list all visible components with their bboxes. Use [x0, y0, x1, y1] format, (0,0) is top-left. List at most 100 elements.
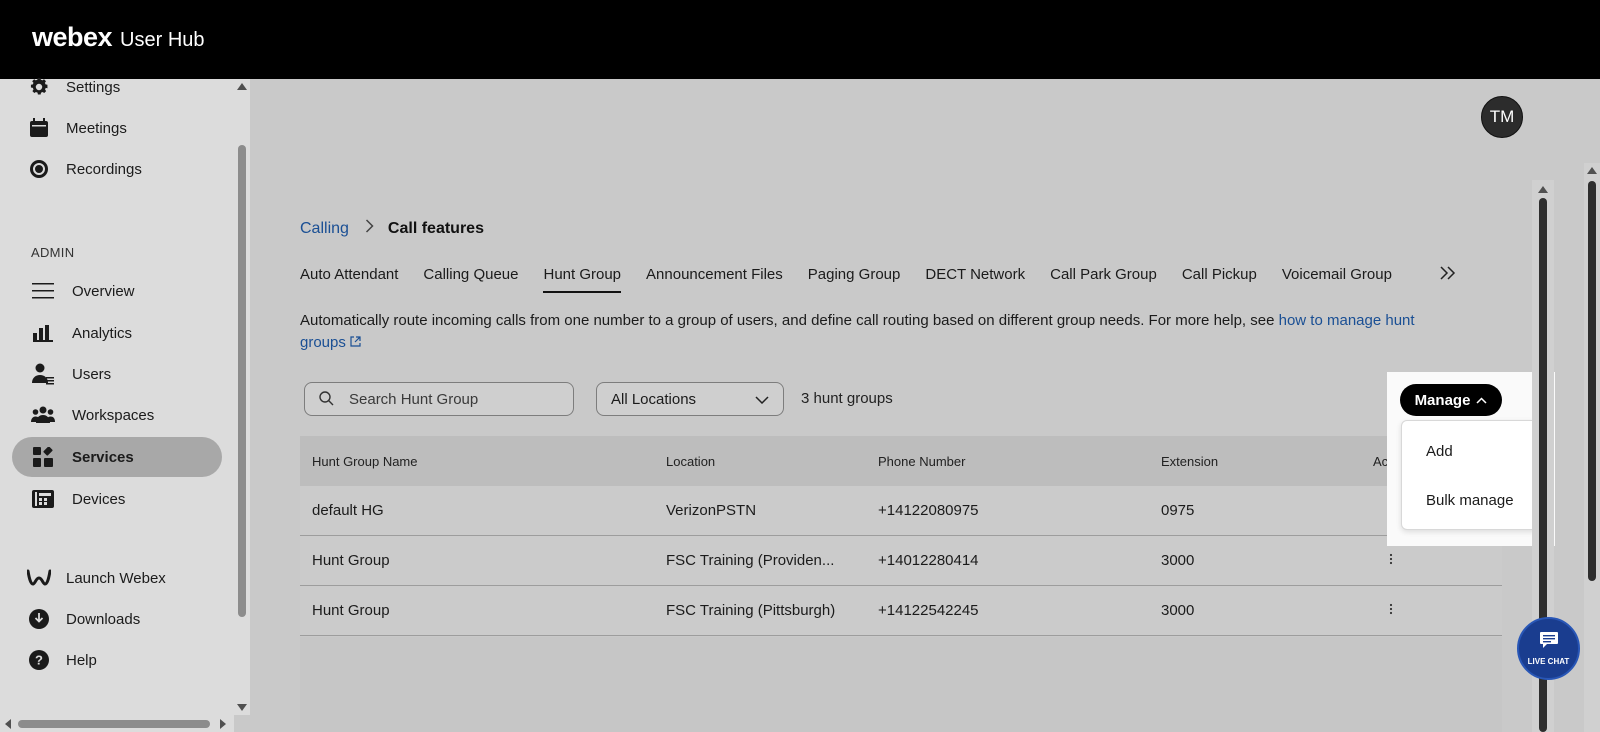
hunt-group-count: 3 hunt groups — [801, 390, 893, 407]
cell-name: Hunt Group — [312, 552, 390, 569]
sidebar-item-services[interactable]: Services — [12, 437, 222, 477]
tab-announcement-files[interactable]: Announcement Files — [646, 266, 783, 293]
manage-menu-container: Manage Add Bulk manage — [1387, 372, 1555, 546]
cell-location: FSC Training (Pittsburgh) — [666, 602, 836, 619]
scrollbar-thumb[interactable] — [1588, 181, 1596, 581]
sidebar-item-label: Workspaces — [72, 406, 155, 424]
tabs-more-icon[interactable] — [1440, 264, 1456, 285]
sidebar-item-label: Users — [72, 365, 112, 383]
live-chat-label: LIVE CHAT — [1527, 657, 1570, 666]
page-description: Automatically route incoming calls from … — [300, 310, 1460, 354]
workspaces-icon — [30, 402, 56, 428]
menu-item-bulk-manage[interactable]: Bulk manage — [1426, 492, 1514, 509]
sidebar-item-label: Services — [72, 448, 134, 466]
column-header-name[interactable]: Hunt Group Name — [312, 454, 418, 469]
sidebar-item-meetings[interactable]: Meetings — [12, 108, 222, 148]
cell-name: default HG — [312, 502, 384, 519]
help-icon: ? — [26, 647, 52, 673]
svg-text:?: ? — [35, 653, 43, 668]
column-header-location[interactable]: Location — [666, 454, 715, 469]
webex-logo: webex — [32, 22, 113, 52]
avatar[interactable]: TM — [1481, 96, 1523, 138]
tab-calling-queue[interactable]: Calling Queue — [423, 266, 518, 293]
sidebar-item-users[interactable]: Users — [12, 354, 222, 394]
gear-icon — [26, 74, 52, 100]
search-box[interactable] — [304, 382, 574, 416]
scroll-up-arrow-icon[interactable] — [237, 83, 247, 90]
tab-hunt-group[interactable]: Hunt Group — [543, 266, 622, 293]
sidebar-item-label: Help — [66, 651, 97, 669]
tab-paging-group[interactable]: Paging Group — [808, 266, 901, 293]
column-header-phone[interactable]: Phone Number — [878, 454, 965, 469]
record-icon — [26, 156, 52, 182]
cell-extension: 3000 — [1161, 552, 1195, 569]
manage-dropdown: Add Bulk manage — [1401, 420, 1539, 530]
sidebar-item-overview[interactable]: Overview — [12, 271, 222, 311]
table-row[interactable]: default HG VerizonPSTN +14122080975 0975 — [300, 486, 1502, 536]
sidebar-item-help[interactable]: ? Help — [12, 640, 222, 680]
search-input[interactable] — [349, 390, 549, 408]
table-header: Hunt Group Name Location Phone Number Ex… — [300, 436, 1502, 486]
cell-phone: +14122080975 — [878, 502, 979, 519]
tab-auto-attendant[interactable]: Auto Attendant — [300, 266, 398, 293]
table-empty-area — [300, 637, 1502, 732]
breadcrumb-calling-link[interactable]: Calling — [300, 220, 349, 238]
manage-button[interactable]: Manage — [1400, 384, 1502, 416]
scroll-left-arrow-icon[interactable] — [5, 719, 11, 729]
chevron-down-icon — [755, 391, 769, 408]
sidebar-item-label: Recordings — [66, 160, 142, 178]
table-row[interactable]: Hunt Group FSC Training (Pittsburgh) +14… — [300, 586, 1502, 636]
live-chat-button[interactable]: LIVE CHAT — [1517, 617, 1580, 680]
chevron-right-icon — [365, 219, 374, 238]
sidebar-item-settings[interactable]: Settings — [12, 67, 222, 107]
cell-phone: +14012280414 — [878, 552, 979, 569]
scroll-down-arrow-icon[interactable] — [237, 704, 247, 711]
scrollbar-thumb[interactable] — [18, 720, 210, 728]
menu-item-add[interactable]: Add — [1426, 443, 1453, 460]
scroll-up-arrow-icon[interactable] — [1587, 167, 1597, 174]
manage-button-label: Manage — [1414, 391, 1471, 409]
calendar-icon — [26, 115, 52, 141]
tab-call-park-group[interactable]: Call Park Group — [1050, 266, 1157, 293]
tab-call-pickup[interactable]: Call Pickup — [1182, 266, 1257, 293]
sidebar-item-label: Overview — [72, 282, 135, 300]
table-row[interactable]: Hunt Group FSC Training (Providen... +14… — [300, 536, 1502, 586]
scroll-up-arrow-icon[interactable] — [1538, 186, 1548, 193]
sidebar-item-devices[interactable]: Devices — [12, 479, 222, 519]
cell-extension: 0975 — [1161, 502, 1195, 519]
menu-icon — [30, 278, 56, 304]
sidebar-item-workspaces[interactable]: Workspaces — [12, 395, 222, 435]
scroll-right-arrow-icon[interactable] — [220, 719, 226, 729]
chat-icon — [1539, 631, 1559, 654]
tab-dect-network[interactable]: DECT Network — [925, 266, 1025, 293]
external-link-icon[interactable] — [350, 332, 361, 354]
more-options-icon[interactable] — [1389, 552, 1393, 569]
sidebar-horizontal-scrollbar[interactable] — [0, 715, 234, 732]
services-icon — [30, 444, 56, 470]
sidebar-item-recordings[interactable]: Recordings — [12, 149, 222, 189]
top-bar: webex User Hub — [0, 0, 1600, 79]
sidebar-item-label: Devices — [72, 490, 126, 508]
sidebar-item-label: Launch Webex — [66, 569, 166, 587]
webex-logo-icon — [26, 565, 52, 591]
scrollbar-thumb[interactable] — [238, 145, 246, 617]
cell-name: Hunt Group — [312, 602, 390, 619]
devices-icon — [30, 486, 56, 512]
feature-tabs: Auto Attendant Calling Queue Hunt Group … — [300, 266, 1417, 294]
search-icon — [319, 391, 335, 407]
sidebar-item-label: Settings — [66, 78, 121, 96]
chevron-up-icon — [1476, 396, 1487, 404]
admin-section-label: ADMIN — [31, 245, 75, 260]
analytics-icon — [30, 320, 56, 346]
sidebar-item-launch-webex[interactable]: Launch Webex — [12, 558, 222, 598]
sidebar-item-analytics[interactable]: Analytics — [12, 313, 222, 353]
brand[interactable]: webex User Hub — [32, 22, 205, 53]
sidebar-item-downloads[interactable]: Downloads — [12, 599, 222, 639]
page-vertical-scrollbar[interactable] — [1584, 163, 1600, 732]
location-select[interactable]: All Locations — [596, 382, 784, 416]
tab-voicemail-group[interactable]: Voicemail Group — [1282, 266, 1392, 293]
sidebar-vertical-scrollbar[interactable] — [234, 79, 250, 715]
column-header-extension[interactable]: Extension — [1161, 454, 1218, 469]
sidebar-item-label: Analytics — [72, 324, 133, 342]
more-options-icon[interactable] — [1389, 602, 1393, 619]
